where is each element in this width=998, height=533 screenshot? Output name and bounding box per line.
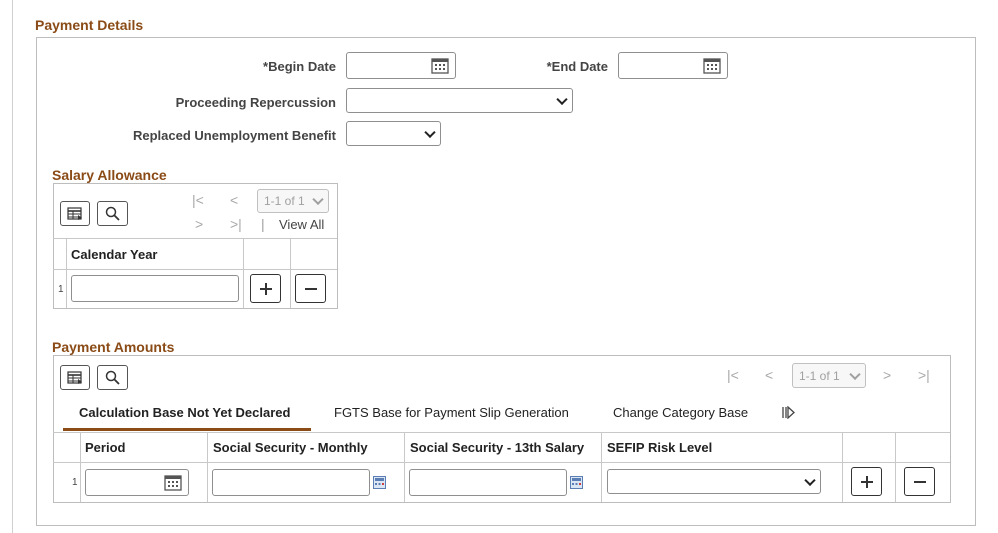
- personalize-grid-button[interactable]: [60, 365, 90, 390]
- chevron-down-icon: [556, 93, 568, 105]
- active-tab-underline: [63, 428, 311, 431]
- next-page-icon[interactable]: >: [195, 216, 203, 232]
- grid-rownum-divider: [80, 432, 81, 502]
- column-header-ss-13th: Social Security - 13th Salary: [410, 440, 585, 455]
- replaced-unemployment-select[interactable]: [346, 121, 441, 146]
- last-page-icon[interactable]: >|: [230, 216, 242, 232]
- pager-separator: |: [261, 216, 265, 232]
- tab-fgts-base[interactable]: FGTS Base for Payment Slip Generation: [334, 405, 569, 420]
- column-header-ss-monthly: Social Security - Monthly: [213, 440, 368, 455]
- search-grid-button[interactable]: [97, 201, 128, 226]
- grid-header-top-rule: [53, 238, 337, 239]
- calendar-year-input[interactable]: [71, 275, 239, 302]
- period-date-field[interactable]: [85, 469, 189, 496]
- search-grid-button[interactable]: [97, 365, 128, 390]
- grid-col-divider: [207, 432, 208, 502]
- section-title-payment-details: Payment Details: [35, 17, 144, 33]
- grid-col-divider: [404, 432, 405, 502]
- section-title-salary-allowance: Salary Allowance: [52, 167, 167, 183]
- chevron-down-icon: [849, 368, 861, 380]
- grid-col-divider: [290, 238, 291, 308]
- pager-text: 1-1 of 1: [799, 368, 840, 383]
- add-row-button[interactable]: [250, 274, 281, 303]
- replaced-unemployment-label: Replaced Unemployment Benefit: [133, 128, 336, 143]
- ss-monthly-input[interactable]: [212, 469, 370, 496]
- delete-row-icon: [913, 480, 926, 483]
- row-number: 1: [58, 284, 64, 295]
- end-date-field[interactable]: [618, 52, 728, 79]
- chevron-down-icon: [424, 126, 436, 138]
- calendar-icon[interactable]: [164, 474, 182, 494]
- proceeding-repercussion-select[interactable]: [346, 88, 573, 113]
- page-left-border: [12, 0, 13, 533]
- column-header-period: Period: [85, 440, 126, 455]
- grid-header-top-rule: [53, 432, 950, 433]
- personalize-grid-button[interactable]: [60, 201, 90, 226]
- add-row-icon-stem: [865, 475, 868, 488]
- grid-header-bottom-rule: [53, 269, 337, 270]
- delete-row-icon: [304, 287, 317, 290]
- grid-rownum-divider: [66, 238, 67, 308]
- begin-date-label: *Begin Date: [263, 59, 336, 74]
- begin-date-field[interactable]: [346, 52, 456, 79]
- add-row-button[interactable]: [851, 467, 882, 496]
- tab-calculation-base[interactable]: Calculation Base Not Yet Declared: [79, 405, 290, 420]
- proceeding-repercussion-label: Proceeding Repercussion: [175, 95, 336, 110]
- search-icon: [105, 370, 120, 385]
- grid-col-divider: [842, 432, 843, 502]
- next-page-icon[interactable]: >: [883, 367, 891, 383]
- calendar-icon[interactable]: [431, 57, 449, 77]
- grid-personalize-icon: [67, 206, 82, 220]
- chevron-down-icon: [804, 474, 816, 486]
- tab-change-category-base[interactable]: Change Category Base: [613, 405, 748, 420]
- view-all-link[interactable]: View All: [279, 217, 324, 232]
- row-number: 1: [72, 477, 78, 488]
- end-date-label: *End Date: [546, 59, 608, 74]
- column-header-calendar-year: Calendar Year: [71, 247, 158, 262]
- previous-page-icon[interactable]: <: [765, 367, 773, 383]
- salary-pager-select[interactable]: 1-1 of 1: [257, 189, 329, 213]
- chevron-down-icon: [312, 193, 324, 206]
- section-title-payment-amounts: Payment Amounts: [52, 339, 175, 355]
- more-tabs-icon[interactable]: [781, 405, 795, 422]
- calendar-icon[interactable]: [703, 57, 721, 77]
- search-icon: [105, 206, 120, 221]
- ss-13th-input[interactable]: [409, 469, 567, 496]
- sefip-risk-select[interactable]: [607, 469, 821, 494]
- previous-page-icon[interactable]: <: [230, 192, 238, 208]
- grid-col-divider: [243, 238, 244, 308]
- grid-header-bottom-rule: [53, 462, 950, 463]
- first-page-icon[interactable]: |<: [727, 367, 739, 383]
- column-header-sefip-risk: SEFIP Risk Level: [607, 440, 713, 455]
- delete-row-button[interactable]: [904, 467, 935, 496]
- grid-col-divider: [895, 432, 896, 502]
- calculator-icon[interactable]: [570, 476, 583, 492]
- grid-personalize-icon: [67, 370, 82, 384]
- first-page-icon[interactable]: |<: [192, 192, 204, 208]
- grid-col-divider: [601, 432, 602, 502]
- payment-pager-select[interactable]: 1-1 of 1: [792, 363, 866, 388]
- last-page-icon[interactable]: >|: [918, 367, 930, 383]
- add-row-icon-stem: [264, 282, 267, 295]
- calculator-icon[interactable]: [373, 476, 386, 492]
- pager-text: 1-1 of 1: [264, 194, 305, 208]
- delete-row-button[interactable]: [295, 274, 326, 303]
